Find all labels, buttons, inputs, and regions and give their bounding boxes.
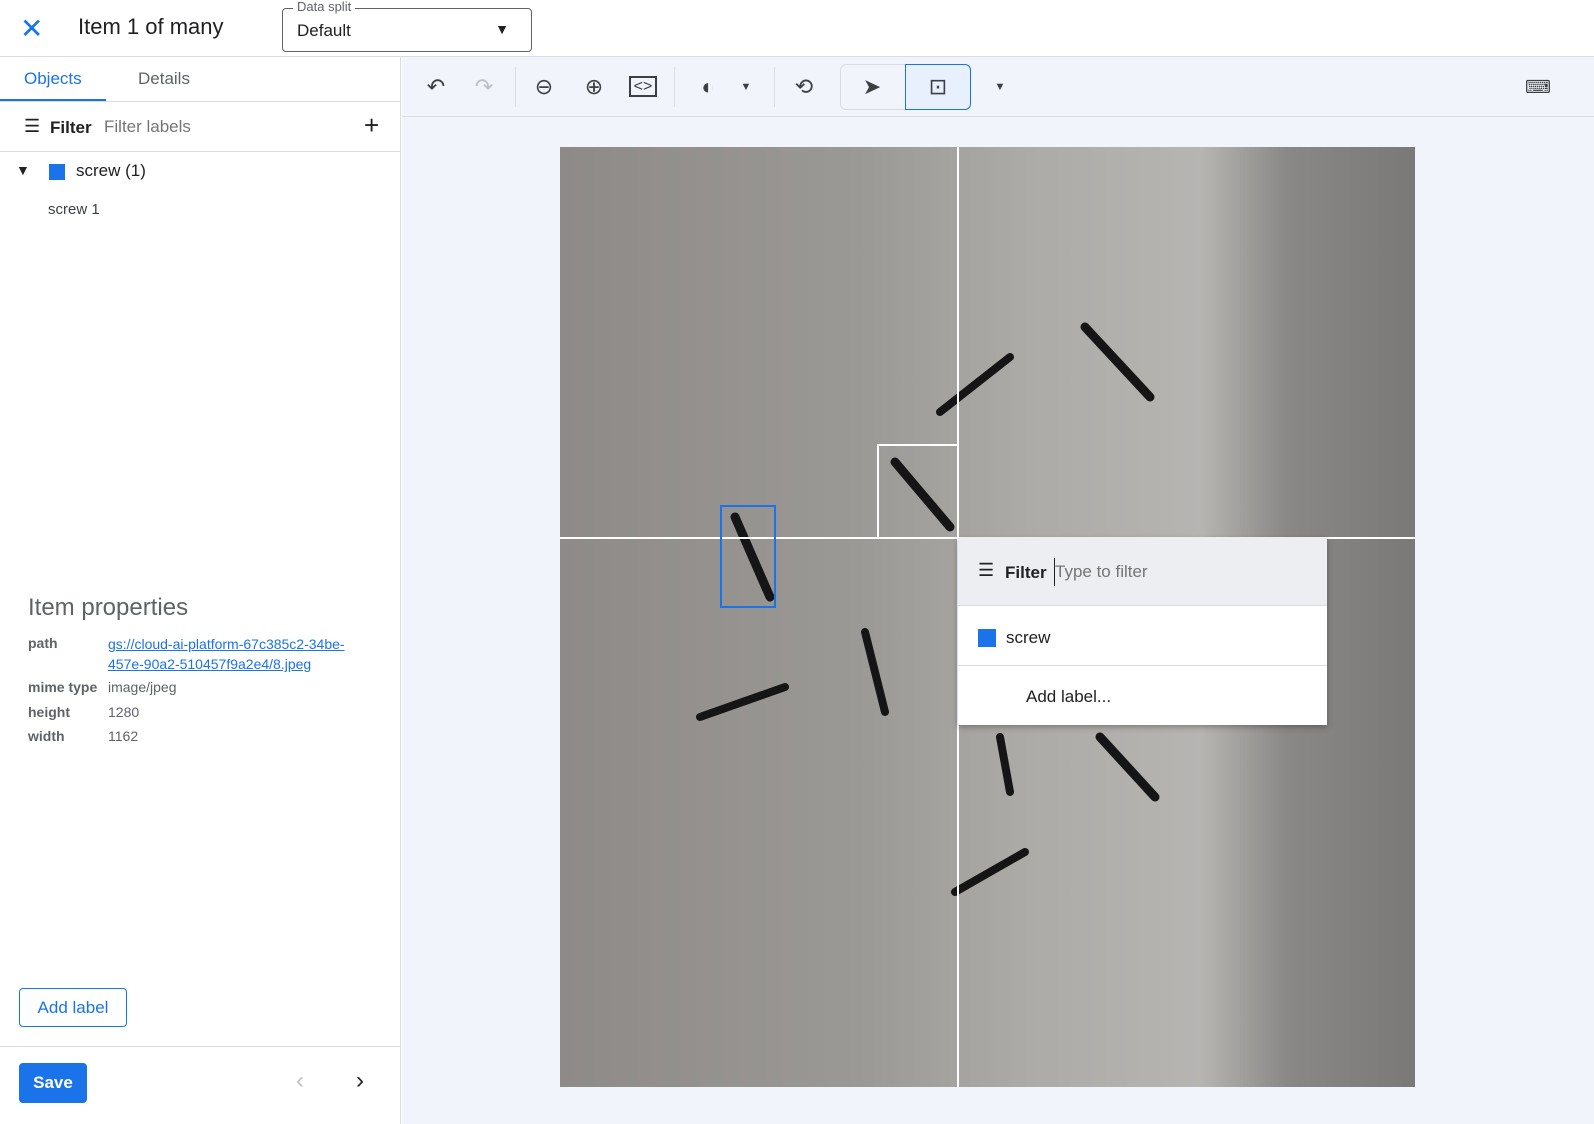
data-split-select[interactable]: Data split Default ▼ [282,0,532,52]
add-label-button[interactable]: Add label [19,988,127,1027]
data-split-label: Data split [293,0,356,14]
zoom-in-icon[interactable]: ⊕ [572,65,616,109]
fit-to-screen-icon[interactable]: <> [621,65,665,109]
prop-key: mime type [28,679,98,695]
undo-icon[interactable]: ↶ [414,65,458,109]
filter-icon: ☰ [24,116,41,136]
label-color-swatch [978,629,996,647]
toolbar: ↶ ↷ ⊖ ⊕ <> ◐ ▼ ⟲ ➤ ⊡ ▼ ⌨ [402,57,1594,117]
divider [774,67,775,107]
prop-value: 1280 [108,704,140,720]
item-properties-title: Item properties [28,594,189,621]
add-icon[interactable]: + [364,110,379,141]
divider [515,67,516,107]
label-option-name: screw [1006,628,1051,647]
prop-value: 1162 [108,728,139,744]
add-label-option[interactable]: Add label... [958,667,1327,725]
zoom-out-icon[interactable]: ⊖ [522,65,566,109]
tab-details[interactable]: Details [114,57,214,102]
path-link[interactable]: gs://cloud-ai-platform-67c385c2-34be-457… [108,634,378,674]
popup-filter-row: ☰ Filter [958,538,1327,606]
caret-down-icon[interactable]: ▼ [978,65,1022,109]
sidebar: Objects Details ☰ Filter + ▼ screw (1) s… [0,57,401,1124]
top-bar: ✕ Item 1 of many Data split Default ▼ [0,0,1594,57]
prop-key: height [28,704,70,720]
label-option-screw[interactable]: screw [958,607,1327,666]
type-to-filter-input[interactable] [1054,558,1304,586]
label-picker-popup: ☰ Filter screw Add label... [958,538,1327,725]
add-label-text: Add label... [1026,687,1112,706]
list-item[interactable]: screw 1 [48,201,100,218]
label-group-screw[interactable]: ▼ screw (1) [0,153,400,189]
filter-icon: ☰ [978,560,995,580]
caret-down-icon: ▼ [495,21,509,37]
caret-down-icon[interactable]: ▼ [16,162,30,178]
select-pointer-icon[interactable]: ➤ [850,65,894,109]
reset-rotate-icon[interactable]: ⟲ [782,65,826,109]
label-color-swatch [49,164,65,180]
filter-row: ☰ Filter + [0,102,400,152]
next-icon[interactable]: › [356,1067,364,1095]
filter-labels-input[interactable] [104,112,344,142]
prop-key: path [28,635,58,651]
tab-objects[interactable]: Objects [0,57,106,102]
data-split-value: Default [297,21,351,40]
save-button[interactable]: Save [19,1063,87,1103]
filter-label: Filter [50,118,92,137]
divider [674,67,675,107]
label-group-name: screw (1) [76,161,146,180]
previous-icon[interactable]: ‹ [296,1067,304,1095]
keyboard-icon[interactable]: ⌨ [1516,65,1560,109]
prop-value: image/jpeg [108,679,177,695]
prop-key: width [28,728,65,744]
page-title: Item 1 of many [78,14,224,39]
caret-down-icon[interactable]: ▼ [724,65,768,109]
draw-box-icon[interactable]: ⊡ [905,64,971,110]
divider [0,1046,400,1047]
filter-label: Filter [1005,563,1047,582]
close-icon[interactable]: ✕ [20,12,43,45]
redo-icon[interactable]: ↷ [462,65,506,109]
